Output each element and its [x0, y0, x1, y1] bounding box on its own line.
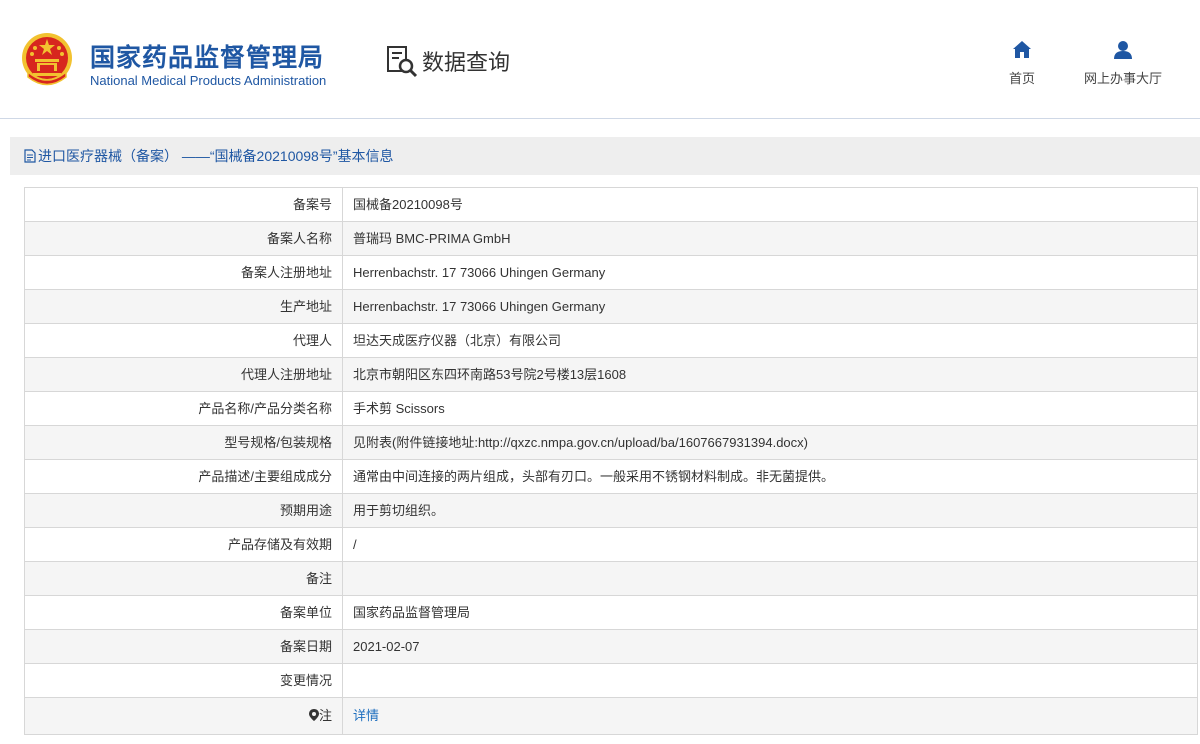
row-label: 备案日期 — [24, 629, 343, 664]
row-value — [342, 663, 1198, 698]
table-row: 备案人名称 普瑞玛 BMC-PRIMA GmbH — [24, 221, 1198, 256]
row-value: 北京市朝阳区东四环南路53号院2号楼13层1608 — [342, 357, 1198, 392]
nav-online-service-hall[interactable]: 网上办事大厅 — [1078, 40, 1168, 87]
panel-title: 进口医疗器械（备案） ——“国械备20210098号”基本信息 — [38, 148, 394, 164]
row-value: 国家药品监督管理局 — [342, 595, 1198, 630]
nav-online-service-hall-label: 网上办事大厅 — [1083, 71, 1162, 86]
row-value: Herrenbachstr. 17 73066 Uhingen Germany — [342, 289, 1198, 324]
table-row: 产品描述/主要组成成分 通常由中间连接的两片组成，头部有刃口。一般采用不锈钢材料… — [24, 459, 1198, 494]
row-label: 备案人名称 — [24, 221, 343, 256]
table-row: 生产地址 Herrenbachstr. 17 73066 Uhingen Ger… — [24, 289, 1198, 324]
table-row: 代理人注册地址 北京市朝阳区东四环南路53号院2号楼13层1608 — [24, 357, 1198, 392]
row-label: 生产地址 — [24, 289, 343, 324]
record-table: 备案号 国械备20210098号 备案人名称 普瑞玛 BMC-PRIMA Gmb… — [24, 187, 1198, 735]
row-value: 普瑞玛 BMC-PRIMA GmbH — [342, 221, 1198, 256]
document-search-icon — [387, 46, 418, 78]
row-label: 产品名称/产品分类名称 — [24, 391, 343, 426]
row-label: 产品存储及有效期 — [24, 527, 343, 562]
table-row: 型号规格/包装规格 见附表(附件链接地址:http://qxzc.nmpa.go… — [24, 425, 1198, 460]
row-value: 用于剪切组织。 — [342, 493, 1198, 528]
note-value-cell: 详情 — [342, 697, 1198, 735]
table-row-note: 注 详情 — [24, 697, 1198, 735]
row-label: 产品描述/主要组成成分 — [24, 459, 343, 494]
row-value: / — [342, 527, 1198, 562]
table-row: 备案人注册地址 Herrenbachstr. 17 73066 Uhingen … — [24, 255, 1198, 290]
org-name-en: National Medical Products Administration — [90, 73, 327, 88]
pin-icon — [308, 709, 319, 721]
row-value: 见附表(附件链接地址:http://qxzc.nmpa.gov.cn/uploa… — [342, 425, 1198, 460]
row-value: 坦达天成医疗仪器（北京）有限公司 — [342, 323, 1198, 358]
row-label: 变更情况 — [24, 663, 343, 698]
row-value — [342, 561, 1198, 596]
document-icon — [24, 149, 36, 163]
table-row: 备案日期 2021-02-07 — [24, 629, 1198, 664]
data-query-title[interactable]: 数据查询 — [386, 44, 510, 78]
table-row: 变更情况 — [24, 663, 1198, 698]
row-label: 备案单位 — [24, 595, 343, 630]
row-label: 型号规格/包装规格 — [24, 425, 343, 460]
row-value: 手术剪 Scissors — [342, 391, 1198, 426]
row-value: Herrenbachstr. 17 73066 Uhingen Germany — [342, 255, 1198, 290]
row-value: 通常由中间连接的两片组成，头部有刃口。一般采用不锈钢材料制成。非无菌提供。 — [342, 459, 1198, 494]
org-name-cn: 国家药品监督管理局 — [90, 43, 325, 72]
row-label: 备案号 — [24, 187, 343, 222]
table-row: 代理人 坦达天成医疗仪器（北京）有限公司 — [24, 323, 1198, 358]
table-row: 预期用途 用于剪切组织。 — [24, 493, 1198, 528]
row-value: 2021-02-07 — [342, 629, 1198, 664]
table-row: 备案单位 国家药品监督管理局 — [24, 595, 1198, 630]
record-table-wrap: 备案号 国械备20210098号 备案人名称 普瑞玛 BMC-PRIMA Gmb… — [10, 175, 1200, 744]
national-emblem-icon — [22, 33, 72, 86]
record-panel: 进口医疗器械（备案） ——“国械备20210098号”基本信息 备案号 国械备2… — [10, 137, 1200, 744]
data-query-label: 数据查询 — [422, 51, 511, 76]
row-label: 备注 — [24, 561, 343, 596]
user-icon — [1114, 41, 1132, 59]
row-label: 备案人注册地址 — [24, 255, 343, 290]
table-row: 备注 — [24, 561, 1198, 596]
site-header: 国家药品监督管理局 National Medical Products Admi… — [0, 0, 1200, 119]
note-label: 注 — [318, 708, 332, 723]
nav-home-label: 首页 — [1008, 71, 1035, 86]
row-label: 预期用途 — [24, 493, 343, 528]
row-label: 代理人 — [24, 323, 343, 358]
nav-home[interactable]: 首页 — [1004, 40, 1040, 87]
table-row: 产品存储及有效期 / — [24, 527, 1198, 562]
panel-title-bar: 进口医疗器械（备案） ——“国械备20210098号”基本信息 — [10, 137, 1200, 176]
note-label-cell: 注 — [24, 697, 343, 735]
table-row: 备案号 国械备20210098号 — [24, 187, 1198, 222]
home-icon — [1013, 41, 1031, 58]
row-value: 国械备20210098号 — [342, 187, 1198, 222]
table-row: 产品名称/产品分类名称 手术剪 Scissors — [24, 391, 1198, 426]
row-label: 代理人注册地址 — [24, 357, 343, 392]
details-link[interactable]: 详情 — [353, 708, 379, 723]
